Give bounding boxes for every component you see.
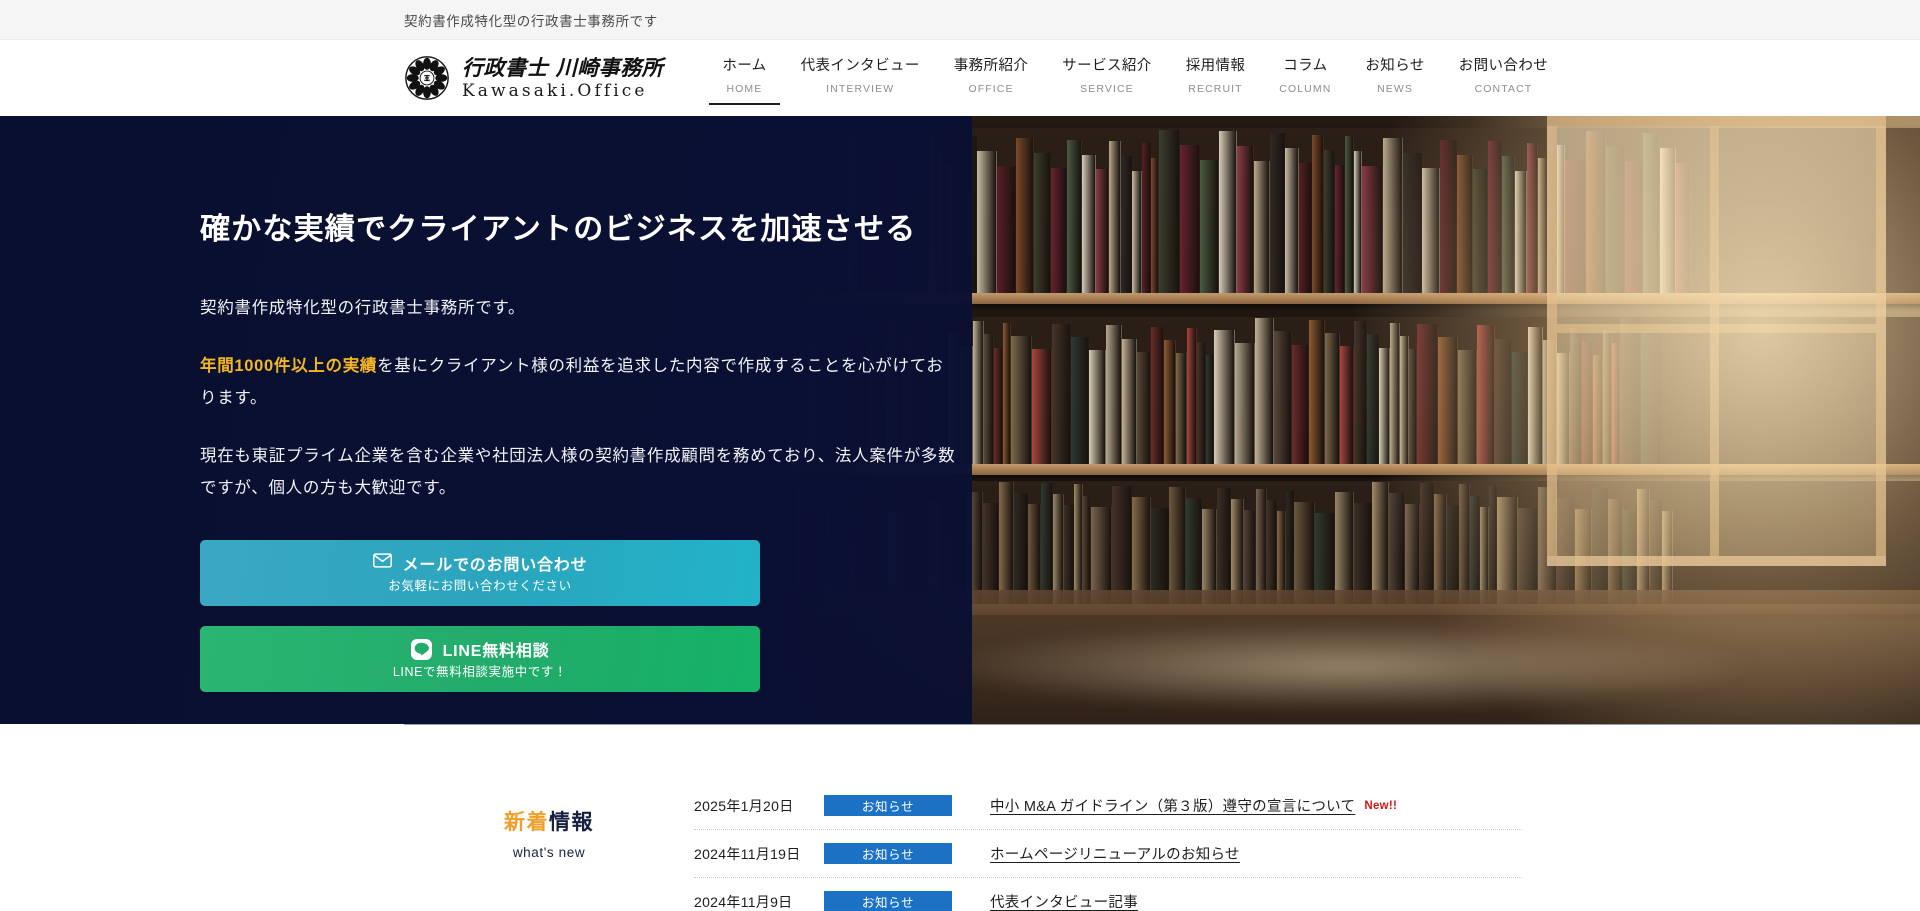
nav-label-en: HOME <box>726 83 763 95</box>
news-date: 2024年11月19日 <box>694 845 801 862</box>
nav-item-contact[interactable]: お問い合わせ CONTACT <box>1442 54 1565 105</box>
nav-label-jp: 事務所紹介 <box>953 58 1029 74</box>
news-date: 2025年1月20日 <box>694 797 794 814</box>
site-header: 行政書士 川崎事務所 Kawasaki.Office ホーム HOME 代表イン… <box>0 40 1920 116</box>
nav-label-jp: お問い合わせ <box>1458 58 1549 74</box>
nav-label-jp: 採用情報 <box>1185 58 1246 74</box>
news-title-link[interactable]: ホームページリニューアルのお知らせ <box>990 843 1240 864</box>
nav-item-recruit[interactable]: 採用情報 RECRUIT <box>1169 54 1263 105</box>
main-navigation: ホーム HOME 代表インタビュー INTERVIEW 事務所紹介 OFFICE… <box>705 40 1565 116</box>
news-section: 新着情報 what's new 2025年1月20日 お知らせ 中小 M&A ガ… <box>0 724 1920 911</box>
chrysanthemum-seal-icon <box>404 55 450 101</box>
nav-label-en: INTERVIEW <box>826 83 895 95</box>
nav-label-jp: ホーム <box>722 58 767 74</box>
site-tagline: 契約書作成特化型の行政書士事務所です <box>404 13 658 29</box>
news-new-label: New!! <box>1364 799 1398 812</box>
line-chat-icon <box>410 638 432 660</box>
news-row[interactable]: 2024年11月9日 お知らせ 代表インタビュー記事 <box>694 878 1522 911</box>
nav-label-jp: お知らせ <box>1365 58 1425 74</box>
nav-item-service[interactable]: サービス紹介 SERVICE <box>1045 54 1168 105</box>
nav-label-en: OFFICE <box>968 83 1014 95</box>
section-divider <box>404 724 1920 725</box>
news-title-link[interactable]: 代表インタビュー記事 <box>990 891 1138 911</box>
news-heading-accent: 新着 <box>504 809 549 834</box>
news-heading-jp: 新着情報 <box>404 806 694 836</box>
nav-item-news[interactable]: お知らせ NEWS <box>1348 54 1441 105</box>
hero-section: 確かな実績でクライアントのビジネスを加速させる 契約書作成特化型の行政書士事務所… <box>0 116 1920 724</box>
nav-label-en: CONTACT <box>1474 83 1533 95</box>
news-list: 2025年1月20日 お知らせ 中小 M&A ガイドライン（第３版）遵守の宣言に… <box>694 770 1522 911</box>
hero-cta-group: メールでのお問い合わせ お気軽にお問い合わせください LINE無料相談 LINE… <box>200 540 760 693</box>
news-heading-block: 新着情報 what's new <box>404 770 694 911</box>
email-button-sublabel: お気軽にお問い合わせください <box>388 579 572 594</box>
nav-item-home[interactable]: ホーム HOME <box>705 54 783 105</box>
news-category-badge: お知らせ <box>824 891 952 911</box>
hero-title: 確かな実績でクライアントのビジネスを加速させる <box>200 213 917 246</box>
brand-name-jp: 行政書士 川崎事務所 <box>462 54 664 80</box>
line-consult-button[interactable]: LINE無料相談 LINEで無料相談実施中です！ <box>200 626 760 693</box>
news-row[interactable]: 2024年11月19日 お知らせ ホームページリニューアルのお知らせ <box>694 830 1522 878</box>
envelope-icon <box>372 553 392 573</box>
news-category-badge: お知らせ <box>824 843 952 864</box>
news-row[interactable]: 2025年1月20日 お知らせ 中小 M&A ガイドライン（第３版）遵守の宣言に… <box>694 782 1522 830</box>
email-button-label: メールでのお問い合わせ <box>402 557 588 575</box>
news-date: 2024年11月9日 <box>694 893 793 910</box>
news-heading-rest: 情報 <box>549 809 594 834</box>
nav-item-office[interactable]: 事務所紹介 OFFICE <box>937 54 1046 105</box>
hero-highlight-text: 年間1000件以上の実績 <box>200 356 378 375</box>
news-category-badge: お知らせ <box>824 795 952 816</box>
hero-paragraph-2: 年間1000件以上の実績を基にクライアント様の利益を追求した内容で作成することを… <box>200 350 960 414</box>
hero-paragraph-3: 現在も東証プライム企業を含む企業や社団法人様の契約書作成顧問を務めており、法人案… <box>200 447 956 498</box>
nav-label-en: RECRUIT <box>1188 83 1243 95</box>
brand-name-en: Kawasaki.Office <box>462 80 648 101</box>
top-utility-bar: 契約書作成特化型の行政書士事務所です <box>0 0 1920 40</box>
nav-label-en: SERVICE <box>1080 83 1134 95</box>
hero-paragraph-1: 契約書作成特化型の行政書士事務所です。 <box>200 298 526 317</box>
brand-logo-link[interactable]: 行政書士 川崎事務所 Kawasaki.Office <box>404 55 663 101</box>
news-heading-en: what's new <box>512 845 586 860</box>
nav-label-en: NEWS <box>1377 83 1414 95</box>
line-button-label: LINE無料相談 <box>442 643 550 661</box>
email-contact-button[interactable]: メールでのお問い合わせ お気軽にお問い合わせください <box>200 540 760 607</box>
nav-label-jp: コラム <box>1283 58 1328 74</box>
nav-label-jp: 代表インタビュー <box>800 58 920 74</box>
nav-label-jp: サービス紹介 <box>1062 58 1152 74</box>
news-title-link[interactable]: 中小 M&A ガイドライン（第３版）遵守の宣言について <box>990 795 1355 816</box>
nav-item-interview[interactable]: 代表インタビュー INTERVIEW <box>784 54 937 105</box>
nav-item-column[interactable]: コラム COLUMN <box>1262 54 1348 105</box>
nav-label-en: COLUMN <box>1279 83 1332 95</box>
line-button-sublabel: LINEで無料相談実施中です！ <box>392 665 568 680</box>
